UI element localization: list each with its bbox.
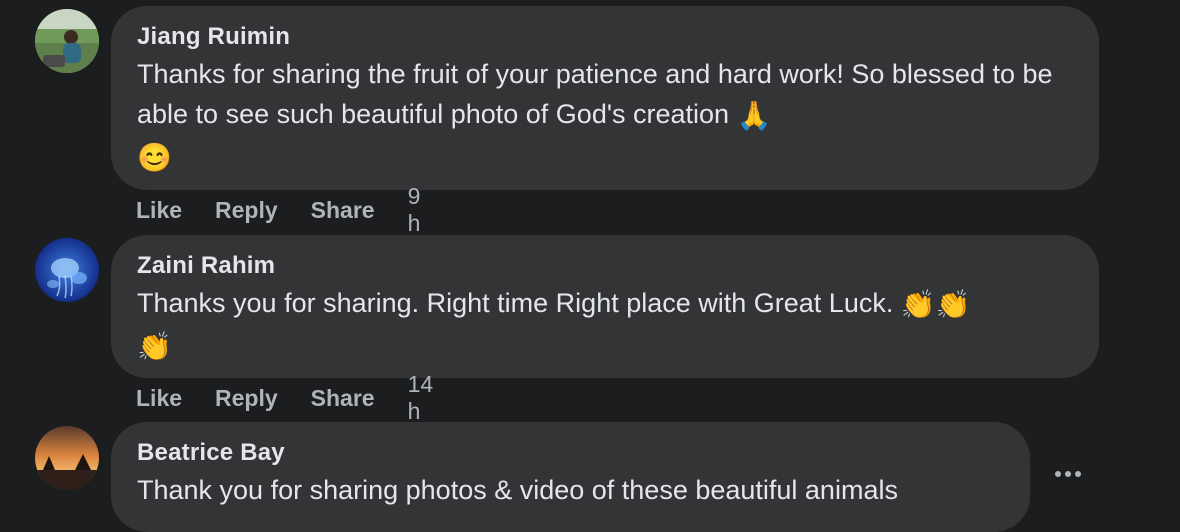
- avatar[interactable]: [35, 9, 99, 73]
- clapping-hands-emoji: 👏: [137, 330, 172, 362]
- ellipsis-icon: [1055, 471, 1081, 477]
- avatar-photo-icon: [35, 9, 99, 73]
- comment-text: Thank you for sharing photos & video of …: [137, 475, 898, 505]
- comment-text-body: Thanks for sharing the fruit of your pat…: [137, 59, 1053, 129]
- comment-bubble: Zaini Rahim Thanks you for sharing. Righ…: [111, 235, 1099, 378]
- comment-actions: Like Reply Share 14 h: [136, 371, 433, 424]
- more-options-button[interactable]: [1052, 458, 1084, 490]
- comment-actions: Like Reply Share 9 h: [136, 183, 420, 236]
- reply-button[interactable]: Reply: [215, 197, 278, 224]
- share-button[interactable]: Share: [311, 197, 375, 224]
- folded-hands-emoji: 🙏: [736, 99, 772, 131]
- reply-button[interactable]: Reply: [215, 385, 278, 412]
- comment-author[interactable]: Beatrice Bay: [137, 438, 1004, 468]
- share-button[interactable]: Share: [311, 385, 375, 412]
- clapping-hands-emoji: 👏: [900, 288, 936, 320]
- comment-text: Thanks for sharing the fruit of your pat…: [137, 54, 1073, 178]
- like-button[interactable]: Like: [136, 197, 182, 224]
- avatar-photo-icon: [35, 238, 99, 302]
- comment-bubble: Jiang Ruimin Thanks for sharing the frui…: [111, 6, 1099, 190]
- like-button[interactable]: Like: [136, 385, 182, 412]
- avatar-photo-icon: [35, 426, 99, 490]
- comment-text-body: Thanks you for sharing. Right time Right…: [137, 288, 894, 318]
- comment-bubble: Beatrice Bay Thank you for sharing photo…: [111, 422, 1030, 532]
- clapping-hands-emoji: 👏: [935, 288, 971, 320]
- smiling-face-emoji: 😊: [137, 141, 172, 173]
- timestamp[interactable]: 14 h: [408, 371, 434, 425]
- comment-author[interactable]: Jiang Ruimin: [137, 22, 1073, 52]
- avatar[interactable]: [35, 426, 99, 490]
- comment-author[interactable]: Zaini Rahim: [137, 251, 1073, 281]
- avatar[interactable]: [35, 238, 99, 302]
- timestamp[interactable]: 9 h: [408, 183, 421, 237]
- comment-text: Thanks you for sharing. Right time Right…: [137, 283, 1073, 367]
